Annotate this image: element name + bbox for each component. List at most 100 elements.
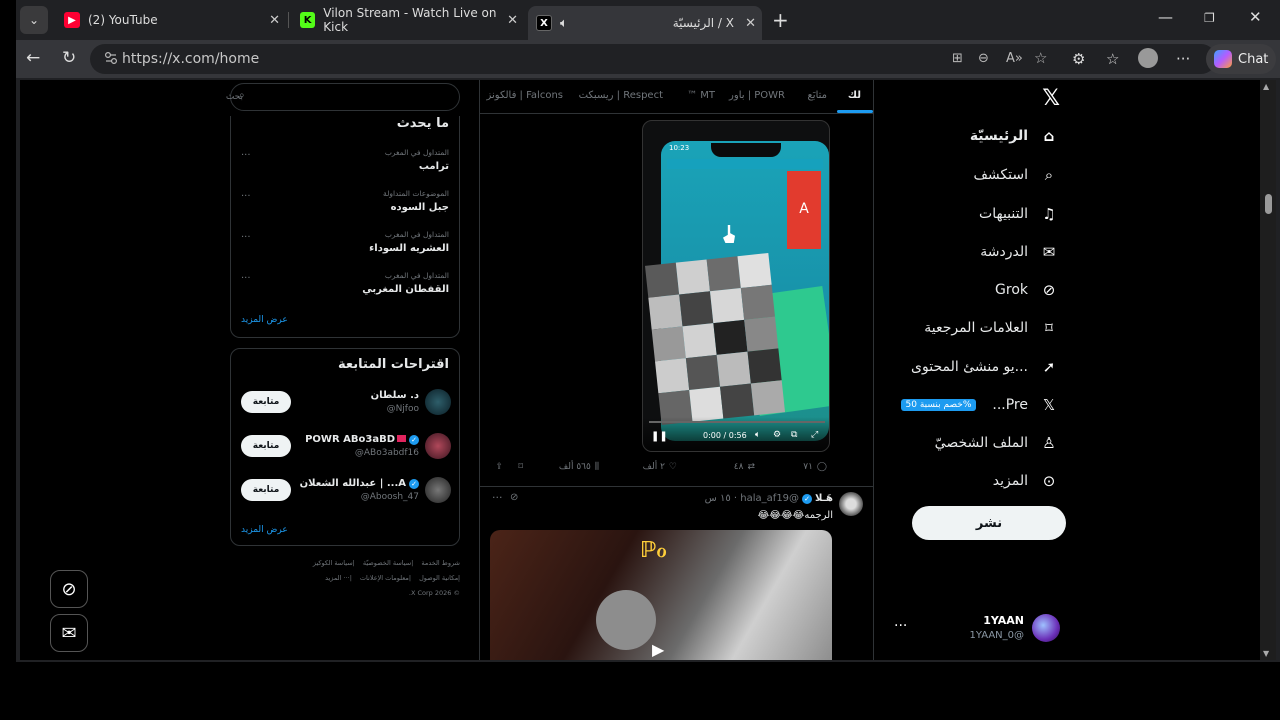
nav-profile[interactable]: ♙ الملف الشخصيّ [935, 431, 1058, 455]
extensions-icon[interactable]: ⚙ [1072, 50, 1085, 68]
more-options-icon[interactable]: ··· [241, 191, 251, 202]
more-options-icon[interactable]: ··· [492, 491, 503, 504]
x-logo-icon[interactable]: 𝕏 [1042, 86, 1060, 111]
nav-explore[interactable]: ⌕ استكشف [973, 163, 1058, 187]
nav-grok[interactable]: ⊘ Grok [995, 278, 1058, 302]
tab-x-home[interactable]: X 🔈︎ الرئيسيّة / X ✕ [528, 6, 762, 40]
repost-button[interactable]: ⇄ ٤٨ [734, 462, 755, 472]
avatar[interactable] [425, 433, 451, 459]
more-menu-icon[interactable]: ··· [1176, 50, 1190, 68]
grok-icon[interactable]: ⊘ [510, 492, 518, 503]
address-bar[interactable]: https://x.com/home ⊞ ⊖ A» ☆ [90, 44, 1216, 74]
avatar[interactable] [1032, 614, 1060, 642]
avatar[interactable] [839, 492, 863, 516]
trend-item[interactable]: المتداول في المغرب القفطان المغربي ··· [239, 271, 449, 299]
follow-suggestion[interactable]: ✓A... | عبدالله الشعلان @Aboosh_47 متابع… [241, 475, 451, 509]
close-icon[interactable]: ✕ [269, 13, 280, 28]
restore-button[interactable]: ❐ [1204, 11, 1215, 25]
trend-item[interactable]: المتداول في المغرب ترامب ··· [239, 148, 449, 176]
play-icon[interactable]: ▶ [652, 640, 664, 659]
post[interactable]: هَـلا✓@hala_af19 · ١٥ س الرجمه😂😂😂😂 ··· ⊘… [480, 488, 873, 660]
footer-link[interactable]: إمكانية الوصول [419, 574, 460, 582]
nav-creator-studio[interactable]: ➚ ...يو منشئ المحتوى [911, 355, 1058, 379]
footer-link[interactable]: معلومات الإعلانات [360, 574, 409, 582]
search-input[interactable]: بحث ⌕ [226, 83, 460, 111]
scroll-up-icon[interactable]: ▲ [1263, 82, 1269, 91]
back-button[interactable]: ← [26, 48, 40, 68]
nav-premium[interactable]: 𝕏 Pre... %خصم بنسبة 50 [900, 393, 1059, 417]
zoom-icon[interactable]: ⊖ [978, 51, 989, 66]
apps-icon[interactable]: ⊞ [952, 51, 963, 66]
show-more-link[interactable]: عرض المزيد [241, 315, 288, 325]
share-button[interactable]: ⇪ [495, 462, 503, 472]
author-handle[interactable]: @hala_af19 [740, 493, 799, 504]
read-aloud-icon[interactable]: A» [1006, 51, 1023, 66]
tab-for-you[interactable]: لك [848, 90, 861, 101]
nav-home[interactable]: ⌂ الرئيسيّة [970, 124, 1058, 148]
follow-button[interactable]: متابعة [241, 391, 291, 413]
site-info-icon[interactable] [104, 51, 118, 65]
post-time[interactable]: ١٥ س [705, 493, 731, 504]
page-scrollbar[interactable]: ▲ ▼ [1260, 80, 1276, 660]
tab-mt[interactable]: MT ™ [687, 90, 715, 101]
follow-button[interactable]: متابعة [241, 435, 291, 457]
fullscreen-icon[interactable]: ⤢ [811, 430, 818, 440]
tab-powr[interactable]: POWR | باور [729, 90, 785, 101]
avatar[interactable] [425, 389, 451, 415]
tab-falcons[interactable]: Falcons | فالكونز [487, 90, 564, 101]
profile-avatar-icon[interactable] [1138, 48, 1158, 68]
video-progress-bar[interactable] [649, 421, 825, 423]
window-close-button[interactable]: ✕ [1249, 8, 1262, 26]
follow-suggestion[interactable]: د. سلطان @Njfoo متابعة [241, 387, 451, 421]
close-icon[interactable]: ✕ [507, 13, 518, 28]
pip-icon[interactable]: ⧉ [791, 430, 797, 440]
messages-float-button[interactable]: ✉ [50, 614, 88, 652]
settings-icon[interactable]: ⚙ [773, 430, 781, 440]
tab-search-button[interactable]: ⌄ [20, 6, 48, 34]
footer-link[interactable]: سياسة الخصوصيّة [363, 559, 411, 567]
more-options-icon[interactable]: ··· [241, 232, 251, 243]
follow-suggestion[interactable]: ✓ POWR ABo3aBD @ABo3abdf16 متابعة [241, 431, 451, 465]
post-video[interactable]: 10:23 A ❚❚ 0:00 / 0:56 🔈︎ ⚙ ⧉ ⤢ [642, 120, 830, 452]
pause-icon[interactable]: ❚❚ [651, 431, 668, 442]
tab-kick[interactable]: K Vilon Stream - Watch Live on Kick ✕ [292, 6, 524, 34]
more-options-icon[interactable]: ··· [241, 273, 251, 284]
follow-button[interactable]: متابعة [241, 479, 291, 501]
minimize-button[interactable]: — [1158, 8, 1173, 26]
author-name[interactable]: هَـلا [815, 493, 833, 504]
bookmark-button[interactable]: ⌑ [518, 462, 523, 472]
nav-bookmarks[interactable]: ⌑ العلامات المرجعية [924, 316, 1058, 340]
footer-link[interactable]: سياسة الكوكيز [313, 559, 353, 567]
reply-button[interactable]: ◯ ٧١ [803, 462, 827, 472]
scrollbar-thumb[interactable] [1265, 194, 1272, 214]
nav-messages[interactable]: ✉ الدردشة [980, 240, 1058, 264]
show-more-link[interactable]: عرض المزيد [241, 525, 288, 535]
speaker-icon[interactable]: 🔈︎ [560, 16, 568, 31]
post-video[interactable]: ℙℴ ▶ [490, 530, 832, 660]
post-button[interactable]: نشر [912, 506, 1066, 540]
new-tab-button[interactable]: + [772, 8, 789, 32]
views-button[interactable]: ⫼ ٥٦٥ ألف [559, 462, 599, 472]
scroll-down-icon[interactable]: ▼ [1263, 649, 1269, 658]
footer-link[interactable]: شروط الخدمة [421, 559, 460, 567]
more-options-icon[interactable]: ··· [894, 618, 907, 634]
close-icon[interactable]: ✕ [745, 16, 756, 31]
volume-icon[interactable]: 🔈︎ [755, 430, 760, 440]
nav-more[interactable]: ⊙ المزيد [993, 469, 1058, 493]
account-switcher[interactable]: 1YAAN @1YAAN_0 ··· [894, 610, 1064, 646]
copilot-chat-button[interactable]: Chat [1206, 44, 1276, 74]
tab-youtube[interactable]: ▶ (2) YouTube ✕ [56, 6, 286, 34]
like-button[interactable]: ♡ ٢ ألف [643, 462, 677, 472]
nav-notifications[interactable]: ♫ التنبيهات [979, 202, 1058, 226]
more-options-icon[interactable]: ··· [241, 150, 251, 161]
trend-item[interactable]: المتداول في المغرب العشريه السوداء ··· [239, 230, 449, 258]
reload-button[interactable]: ↻ [62, 48, 76, 68]
avatar[interactable] [425, 477, 451, 503]
tab-respect[interactable]: Respect | ريسبكت [579, 90, 663, 101]
favorite-star-icon[interactable]: ☆ [1034, 49, 1047, 67]
footer-link[interactable]: ··· المزيد [325, 574, 350, 582]
trend-item[interactable]: الموضوعات المتداولة جبل السوده ··· [239, 189, 449, 217]
grok-float-button[interactable]: ⊘ [50, 570, 88, 608]
tab-following[interactable]: متابَع [807, 90, 827, 101]
favorites-icon[interactable]: ☆ [1106, 50, 1119, 68]
